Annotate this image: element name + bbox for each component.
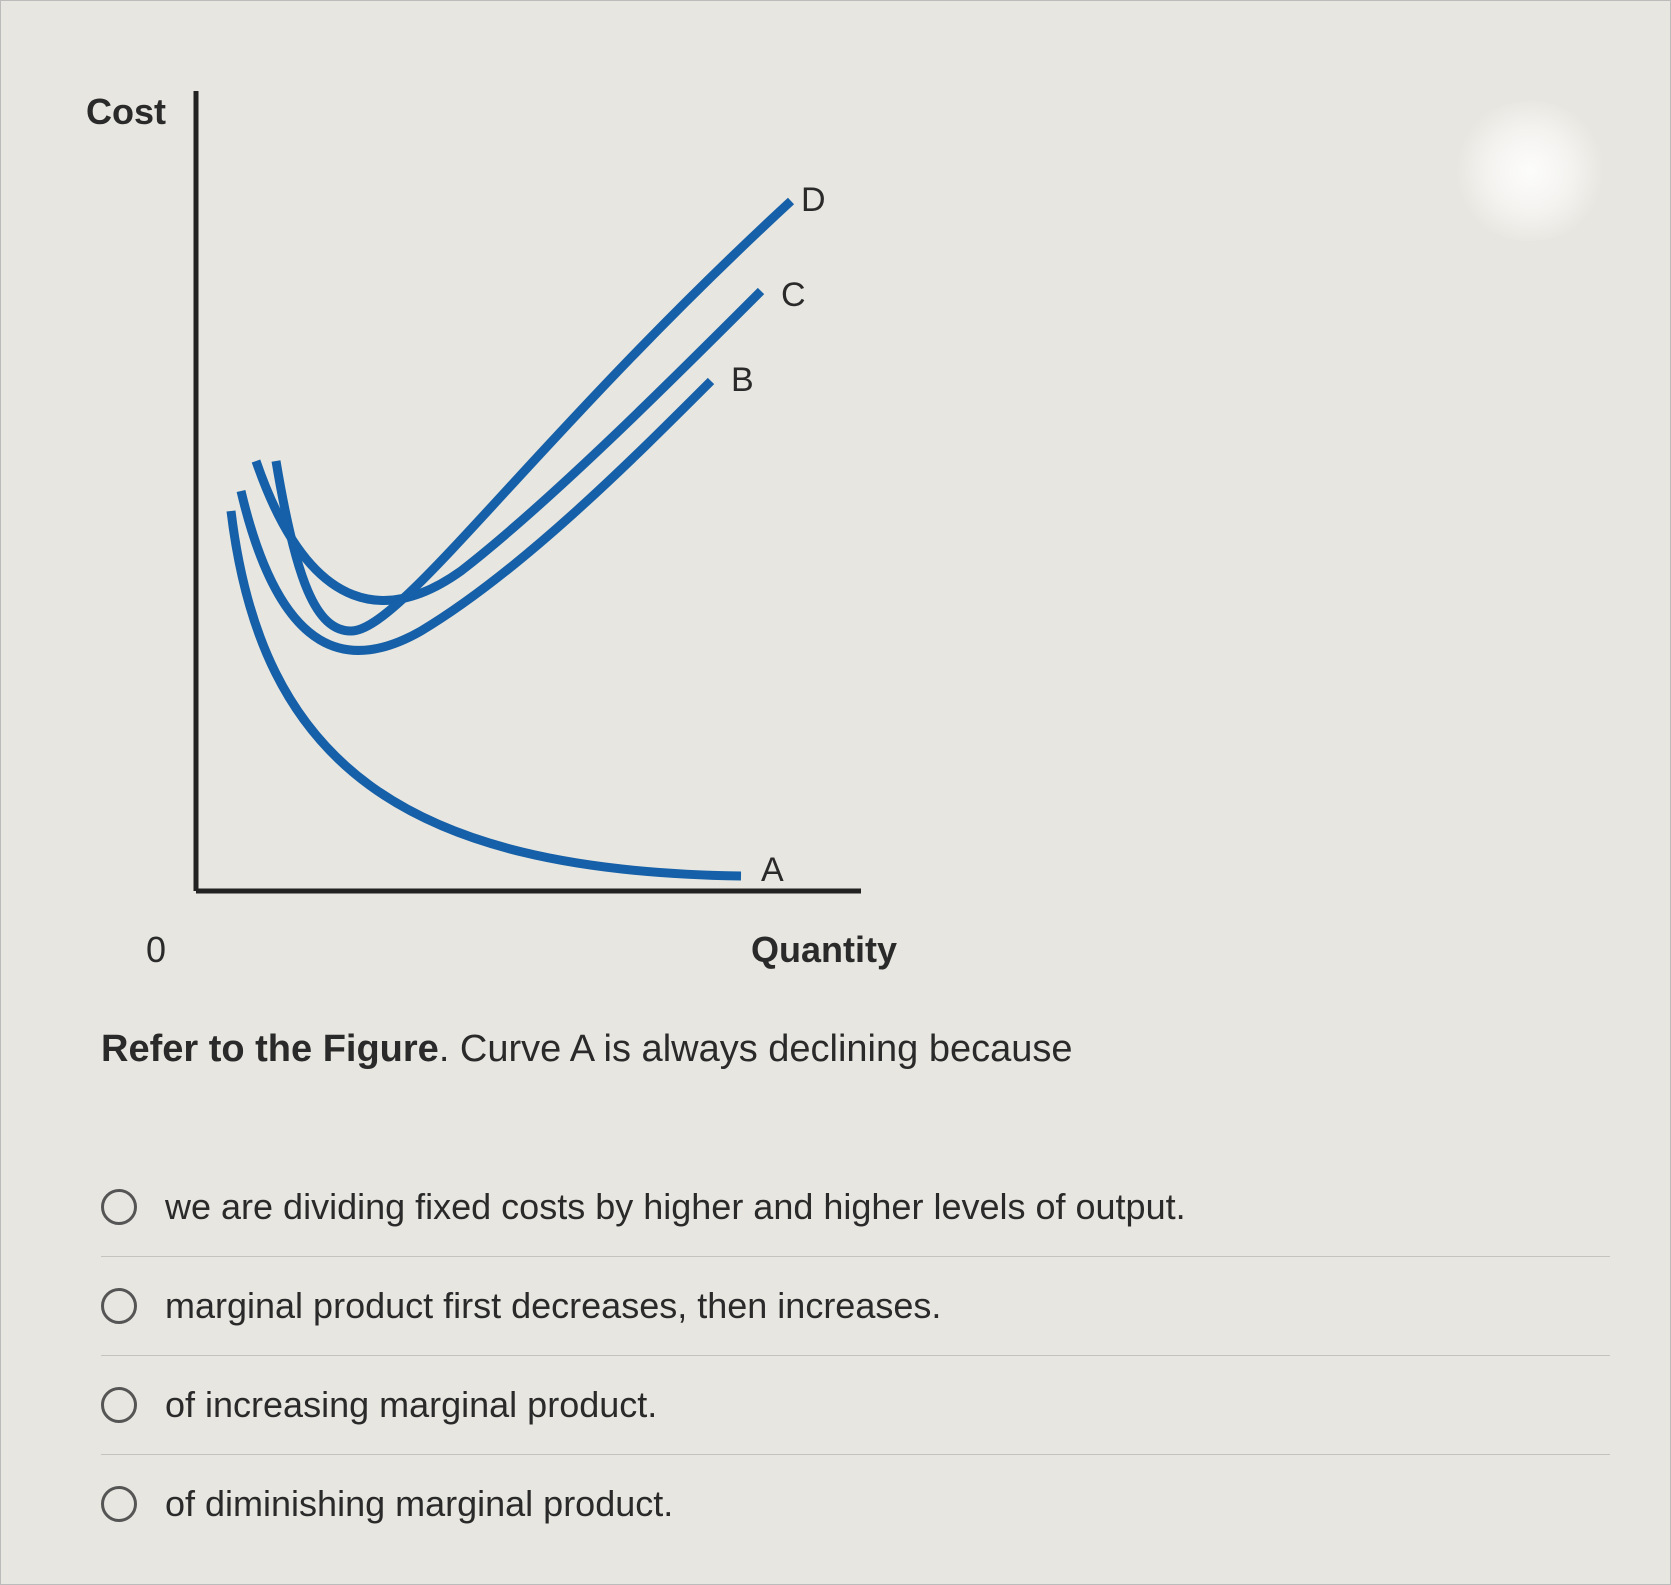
option-label: of diminishing marginal product. [165, 1483, 673, 1525]
option-label: of increasing marginal product. [165, 1384, 657, 1426]
radio-icon[interactable] [101, 1189, 137, 1225]
radio-icon[interactable] [101, 1387, 137, 1423]
option-label: marginal product first decreases, then i… [165, 1285, 941, 1327]
radio-icon[interactable] [101, 1486, 137, 1522]
curve-label-d: D [801, 181, 826, 220]
answer-options: we are dividing fixed costs by higher an… [61, 1158, 1610, 1553]
option-row[interactable]: of diminishing marginal product. [101, 1455, 1610, 1553]
curve-label-b: B [731, 361, 754, 400]
option-row[interactable]: marginal product first decreases, then i… [101, 1257, 1610, 1356]
option-label: we are dividing fixed costs by higher an… [165, 1186, 1186, 1228]
question-text: Refer to the Figure. Curve A is always d… [61, 1021, 1610, 1078]
curve-d [276, 201, 791, 631]
cost-curves-chart: Cost D C B A 0 Quantity [101, 61, 951, 961]
option-row[interactable]: we are dividing fixed costs by higher an… [101, 1158, 1610, 1257]
photo-glare [1450, 101, 1610, 241]
question-container: Cost D C B A 0 Quantity Refer to the Fig… [0, 0, 1671, 1585]
curve-c [256, 291, 761, 600]
option-row[interactable]: of increasing marginal product. [101, 1356, 1610, 1455]
curve-b [241, 381, 711, 651]
x-axis-label: Quantity [751, 929, 897, 971]
curve-label-c: C [781, 276, 806, 315]
origin-label: 0 [146, 929, 166, 971]
question-prefix: Refer to the Figure [101, 1028, 439, 1070]
radio-icon[interactable] [101, 1288, 137, 1324]
question-body: . Curve A is always declining because [439, 1028, 1073, 1070]
curve-label-a: A [761, 851, 784, 890]
